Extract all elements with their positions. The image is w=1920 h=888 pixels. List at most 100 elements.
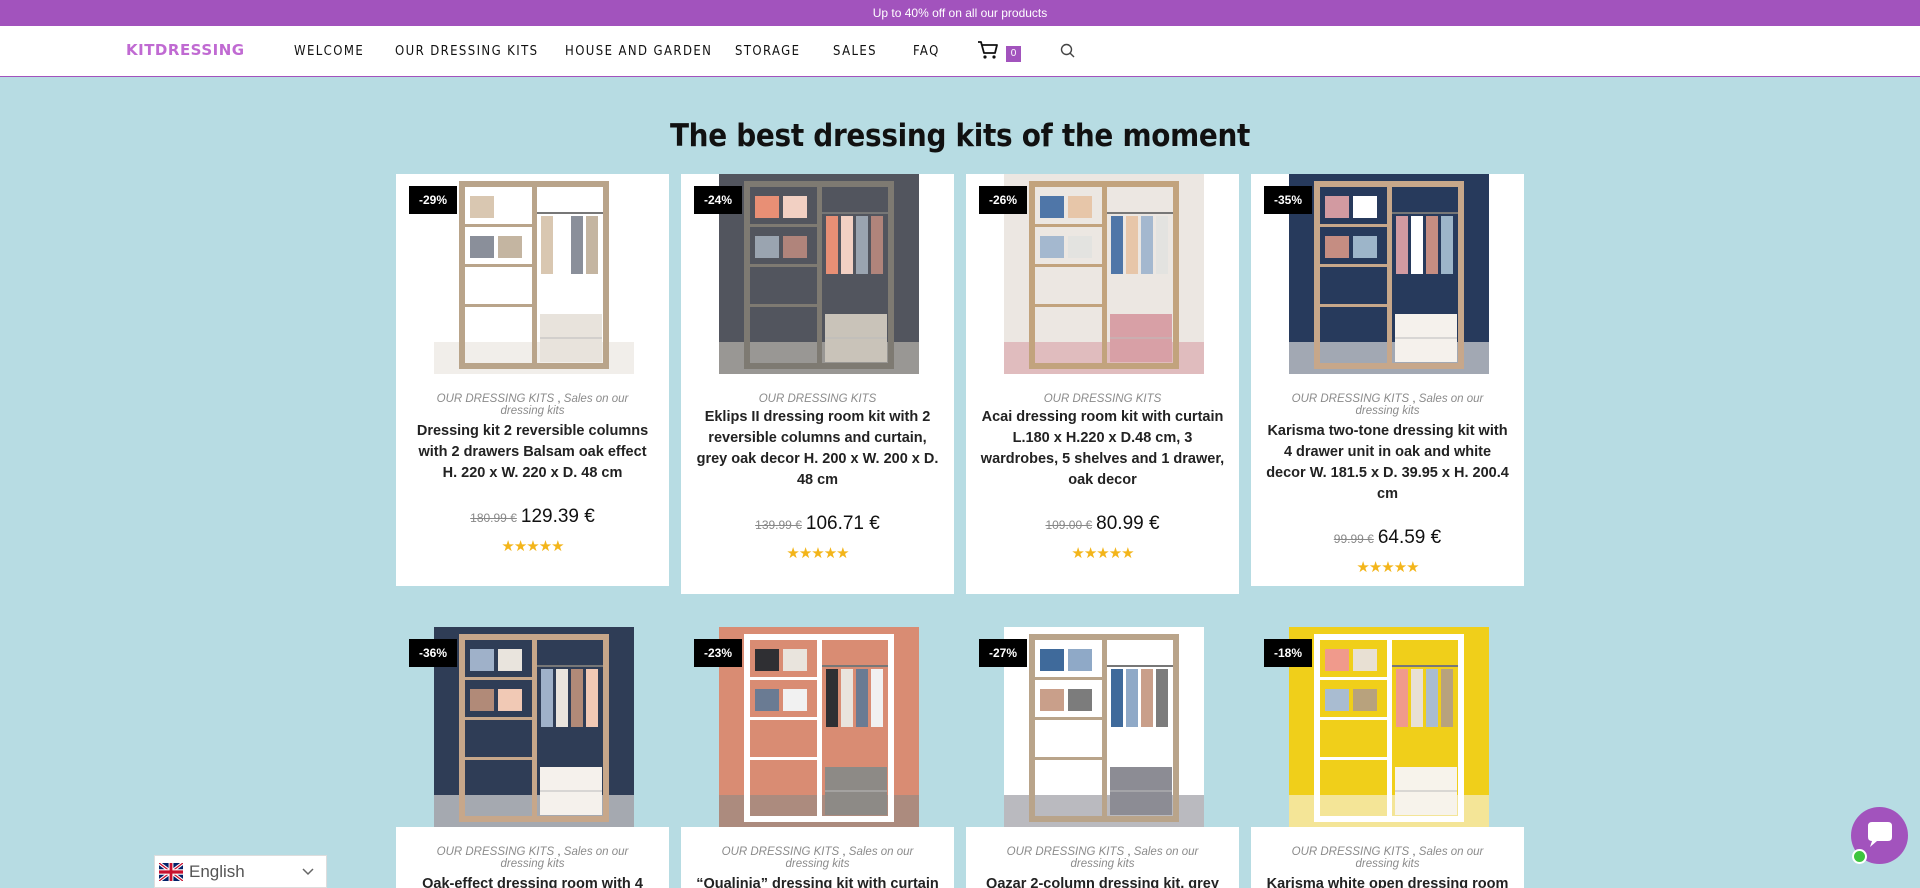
old-price: 109.00 € bbox=[1045, 518, 1093, 532]
current-price: 106.71 € bbox=[805, 513, 880, 534]
nav-faq[interactable]: FAQ bbox=[913, 44, 940, 59]
site-header: KITDRESSING WELCOME OUR DRESSING KITS HO… bbox=[0, 26, 1920, 77]
product-card[interactable]: -23% OUR DRESSING KITS , Sales on our dre… bbox=[681, 627, 954, 888]
product-categories: OUR DRESSING KITS , Sales on our dressin… bbox=[966, 846, 1239, 870]
product-image[interactable] bbox=[1004, 174, 1204, 374]
old-price: 180.99 € bbox=[470, 511, 517, 525]
language-label: English bbox=[189, 862, 245, 881]
product-info: OUR DRESSING KITS Eklips II dressing room… bbox=[681, 374, 954, 594]
category-separator: , bbox=[1409, 846, 1419, 858]
product-image[interactable] bbox=[1289, 174, 1489, 374]
product-categories: OUR DRESSING KITS bbox=[966, 393, 1239, 405]
rating-stars: ★★★★★ bbox=[501, 538, 564, 555]
product-title[interactable]: Karisma white open dressing room bbox=[1251, 874, 1524, 888]
rating-stars: ★★★★★ bbox=[786, 545, 849, 562]
product-info: OUR DRESSING KITS , Sales on our dressin… bbox=[681, 827, 954, 888]
rating-stars: ★★★★★ bbox=[1356, 559, 1419, 576]
product-info: OUR DRESSING KITS , Sales on our dressin… bbox=[966, 827, 1239, 888]
nav-our-dressing-kits[interactable]: OUR DRESSING KITS bbox=[395, 44, 538, 59]
category-link[interactable]: OUR DRESSING KITS bbox=[437, 846, 555, 858]
product-info: OUR DRESSING KITS , Sales on our dressin… bbox=[1251, 827, 1524, 888]
discount-badge: -35% bbox=[1264, 186, 1313, 214]
discount-badge: -24% bbox=[694, 186, 743, 214]
online-status-dot bbox=[1852, 849, 1867, 864]
nav-welcome[interactable]: WELCOME bbox=[294, 44, 364, 59]
product-title[interactable]: “Qualinia” dressing kit with curtain bbox=[681, 874, 954, 888]
category-link[interactable]: OUR DRESSING KITS bbox=[759, 393, 877, 405]
product-categories: OUR DRESSING KITS , Sales on our dressin… bbox=[396, 393, 669, 417]
rating-stars: ★★★★★ bbox=[1071, 545, 1134, 562]
cart-icon bbox=[978, 41, 998, 59]
product-title[interactable]: Acai dressing room kit with curtain L.18… bbox=[966, 407, 1239, 491]
product-title[interactable]: Eklips II dressing room kit with 2 rever… bbox=[681, 407, 954, 491]
discount-badge: -26% bbox=[979, 186, 1028, 214]
product-info: OUR DRESSING KITS , Sales on our dressin… bbox=[396, 827, 669, 888]
current-price: 64.59 € bbox=[1377, 527, 1442, 548]
product-card[interactable]: -35% OUR DRESSING KITS , Sales on our dre… bbox=[1251, 174, 1524, 586]
product-image[interactable] bbox=[434, 174, 634, 374]
discount-badge: -36% bbox=[409, 639, 458, 667]
product-categories: OUR DRESSING KITS , Sales on our dressin… bbox=[1251, 393, 1524, 417]
product-info: OUR DRESSING KITS , Sales on our dressin… bbox=[396, 374, 669, 586]
product-info: OUR DRESSING KITS , Sales on our dressin… bbox=[1251, 374, 1524, 586]
chevron-down-icon bbox=[302, 868, 314, 876]
product-price: 109.00 €80.99 € bbox=[966, 513, 1239, 535]
category-link[interactable]: OUR DRESSING KITS bbox=[437, 393, 555, 405]
product-price: 139.99 €106.71 € bbox=[681, 513, 954, 535]
category-link[interactable]: OUR DRESSING KITS bbox=[1044, 393, 1162, 405]
old-price: 99.99 € bbox=[1333, 532, 1374, 546]
product-image[interactable] bbox=[1004, 627, 1204, 827]
discount-badge: -29% bbox=[409, 186, 458, 214]
product-categories: OUR DRESSING KITS , Sales on our dressin… bbox=[396, 846, 669, 870]
product-card[interactable]: -27% OUR DRESSING KITS , Sales on our dre… bbox=[966, 627, 1239, 888]
product-price: 99.99 €64.59 € bbox=[1251, 527, 1524, 549]
cart-count-badge: 0 bbox=[1006, 46, 1021, 62]
category-link[interactable]: OUR DRESSING KITS bbox=[722, 846, 840, 858]
cart-button[interactable]: 0 bbox=[976, 38, 1022, 62]
old-price: 139.99 € bbox=[755, 518, 802, 532]
current-price: 80.99 € bbox=[1096, 513, 1160, 534]
category-separator: , bbox=[554, 846, 564, 858]
product-title[interactable]: Karisma two-tone dressing kit with 4 dra… bbox=[1251, 421, 1524, 505]
category-link[interactable]: OUR DRESSING KITS bbox=[1007, 846, 1125, 858]
product-card[interactable]: -18% OUR DRESSING KITS , Sales on our dre… bbox=[1251, 627, 1524, 888]
product-image[interactable] bbox=[1289, 627, 1489, 827]
search-button[interactable] bbox=[1059, 42, 1077, 60]
product-categories: OUR DRESSING KITS , Sales on our dressin… bbox=[681, 846, 954, 870]
category-separator: , bbox=[554, 393, 564, 405]
product-info: OUR DRESSING KITS Acai dressing room kit … bbox=[966, 374, 1239, 594]
product-image[interactable] bbox=[434, 627, 634, 827]
product-price: 180.99 €129.39 € bbox=[396, 506, 669, 528]
promo-text: Up to 40% off on all our products bbox=[872, 6, 1048, 20]
language-selector[interactable]: English bbox=[154, 855, 327, 888]
discount-badge: -27% bbox=[979, 639, 1028, 667]
product-card[interactable]: -29% OUR DRESSING KITS , Sales on our dre… bbox=[396, 174, 669, 586]
product-categories: OUR DRESSING KITS , Sales on our dressin… bbox=[1251, 846, 1524, 870]
product-title[interactable]: Dressing kit 2 reversible columns with 2… bbox=[396, 421, 669, 484]
uk-flag-icon bbox=[159, 863, 183, 881]
promo-banner: Up to 40% off on all our products bbox=[0, 0, 1920, 26]
nav-house-and-garden[interactable]: HOUSE AND GARDEN bbox=[565, 44, 712, 59]
product-card[interactable]: -36% OUR DRESSING KITS , Sales on our dre… bbox=[396, 627, 669, 888]
category-separator: , bbox=[1124, 846, 1134, 858]
nav-storage[interactable]: STORAGE bbox=[735, 44, 800, 59]
product-card[interactable]: -24% OUR DRESSING KITS Eklips II dressing … bbox=[681, 174, 954, 594]
category-separator: , bbox=[1409, 393, 1419, 405]
discount-badge: -18% bbox=[1264, 639, 1313, 667]
nav-sales[interactable]: SALES bbox=[833, 44, 877, 59]
product-title[interactable]: Oak-effect dressing room with 4 bbox=[396, 874, 669, 888]
section-title: The best dressing kits of the moment bbox=[669, 118, 1251, 154]
category-link[interactable]: OUR DRESSING KITS bbox=[1292, 393, 1410, 405]
product-categories: OUR DRESSING KITS bbox=[681, 393, 954, 405]
product-image[interactable] bbox=[719, 174, 919, 374]
category-link[interactable]: OUR DRESSING KITS bbox=[1292, 846, 1410, 858]
current-price: 129.39 € bbox=[520, 506, 595, 527]
site-logo[interactable]: KITDRESSING bbox=[126, 41, 245, 59]
product-image[interactable] bbox=[719, 627, 919, 827]
discount-badge: -23% bbox=[694, 639, 743, 667]
search-icon bbox=[1060, 43, 1075, 58]
chat-button[interactable] bbox=[1851, 807, 1908, 864]
category-separator: , bbox=[839, 846, 849, 858]
product-title[interactable]: Qazar 2-column dressing kit, grey bbox=[966, 874, 1239, 888]
product-card[interactable]: -26% OUR DRESSING KITS Acai dressing room … bbox=[966, 174, 1239, 594]
